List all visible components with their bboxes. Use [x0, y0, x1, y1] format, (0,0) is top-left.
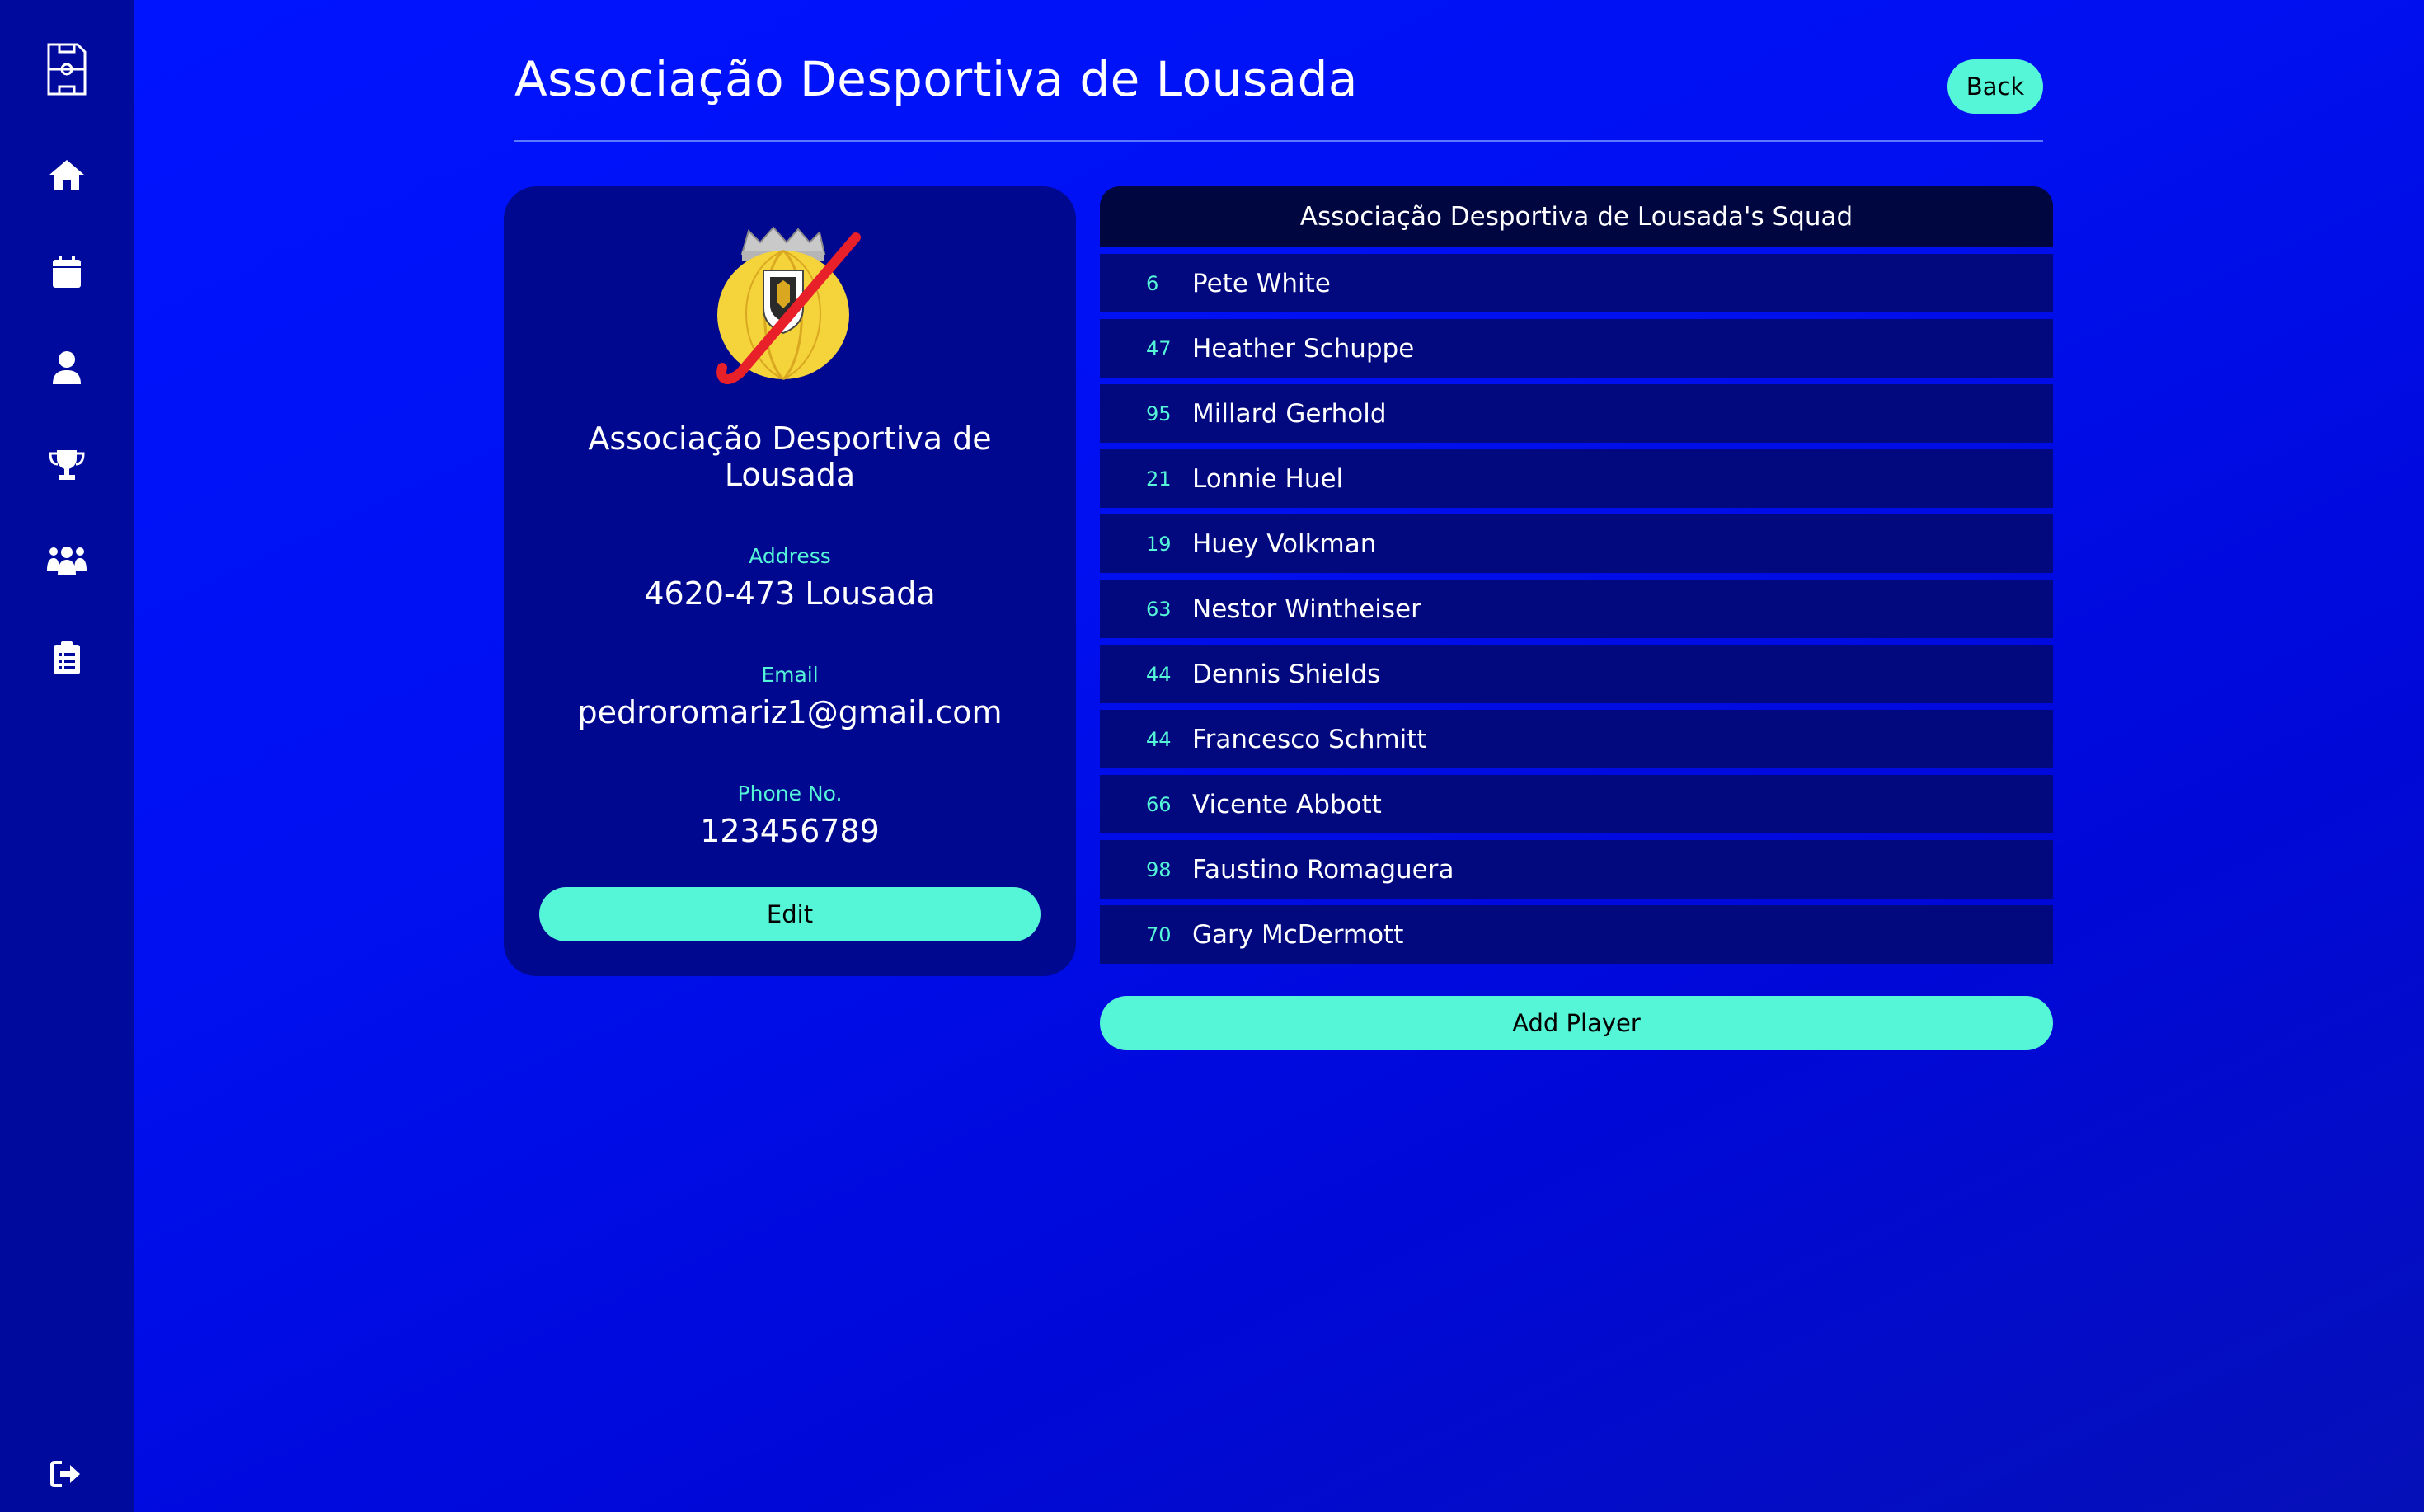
- player-row[interactable]: 70 Gary McDermott: [1100, 905, 2053, 964]
- player-number: 98: [1146, 857, 1172, 881]
- player-row[interactable]: 19 Huey Volkman: [1100, 514, 2053, 573]
- player-row[interactable]: 47 Heather Schuppe: [1100, 319, 2053, 378]
- player-rows: 6 Pete White 47 Heather Schuppe 95 Millard Ge…: [1100, 254, 2053, 964]
- player-name: Gary McDermott: [1192, 919, 1404, 950]
- email-label: Email: [761, 663, 819, 687]
- player-number: 21: [1146, 467, 1172, 491]
- edit-button[interactable]: Edit: [539, 887, 1041, 941]
- page-title: Associação Desportiva de Lousada: [514, 51, 1358, 107]
- home-icon[interactable]: [0, 142, 134, 208]
- player-row[interactable]: 21 Lonnie Huel: [1100, 449, 2053, 508]
- player-row[interactable]: 66 Vicente Abbott: [1100, 775, 2053, 833]
- phone-label: Phone No.: [737, 782, 843, 805]
- player-name: Huey Volkman: [1192, 528, 1377, 559]
- player-number: 63: [1146, 597, 1172, 621]
- player-name: Heather Schuppe: [1192, 333, 1415, 364]
- player-row[interactable]: 63 Nestor Wintheiser: [1100, 580, 2053, 638]
- pitch-icon[interactable]: [0, 36, 134, 102]
- club-card: Associação Desportiva de Lousada Address…: [504, 186, 1076, 976]
- player-name: Nestor Wintheiser: [1192, 594, 1421, 624]
- player-name: Millard Gerhold: [1192, 398, 1387, 429]
- player-name: Francesco Schmitt: [1192, 724, 1427, 754]
- player-row[interactable]: 6 Pete White: [1100, 254, 2053, 312]
- add-player-button[interactable]: Add Player: [1100, 996, 2053, 1050]
- player-number: 44: [1146, 662, 1172, 686]
- trophy-icon[interactable]: [0, 432, 134, 498]
- player-number: 19: [1146, 532, 1172, 556]
- club-logo: [709, 223, 871, 384]
- email-value: pedroromariz1@gmail.com: [577, 694, 1003, 730]
- header-divider: [514, 140, 2043, 142]
- squad-list: Associação Desportiva de Lousada's Squad…: [1100, 186, 2053, 964]
- player-number: 44: [1146, 727, 1172, 751]
- player-name: Vicente Abbott: [1192, 789, 1382, 819]
- player-number: 66: [1146, 792, 1172, 816]
- player-number: 70: [1146, 923, 1172, 946]
- player-row[interactable]: 44 Dennis Shields: [1100, 645, 2053, 703]
- user-icon[interactable]: [0, 335, 134, 401]
- clipboard-icon[interactable]: [0, 625, 134, 691]
- player-name: Lonnie Huel: [1192, 463, 1344, 494]
- player-number: 6: [1146, 271, 1159, 295]
- player-row[interactable]: 44 Francesco Schmitt: [1100, 710, 2053, 768]
- player-row[interactable]: 98 Faustino Romaguera: [1100, 840, 2053, 899]
- player-number: 47: [1146, 336, 1172, 360]
- sidebar: [0, 0, 134, 1512]
- address-value: 4620-473 Lousada: [644, 575, 936, 612]
- club-name: Associação Desportiva de Lousada: [588, 420, 992, 493]
- squad-title: Associação Desportiva de Lousada's Squad: [1100, 186, 2053, 247]
- player-row[interactable]: 95 Millard Gerhold: [1100, 384, 2053, 443]
- player-name: Pete White: [1192, 268, 1331, 298]
- back-button[interactable]: Back: [1947, 59, 2043, 114]
- team-icon[interactable]: [0, 528, 134, 594]
- phone-value: 123456789: [700, 813, 880, 849]
- logout-icon[interactable]: [0, 1441, 134, 1507]
- player-name: Dennis Shields: [1192, 659, 1381, 689]
- player-number: 95: [1146, 401, 1172, 425]
- player-name: Faustino Romaguera: [1192, 854, 1454, 885]
- calendar-icon[interactable]: [0, 239, 134, 305]
- address-label: Address: [749, 544, 831, 568]
